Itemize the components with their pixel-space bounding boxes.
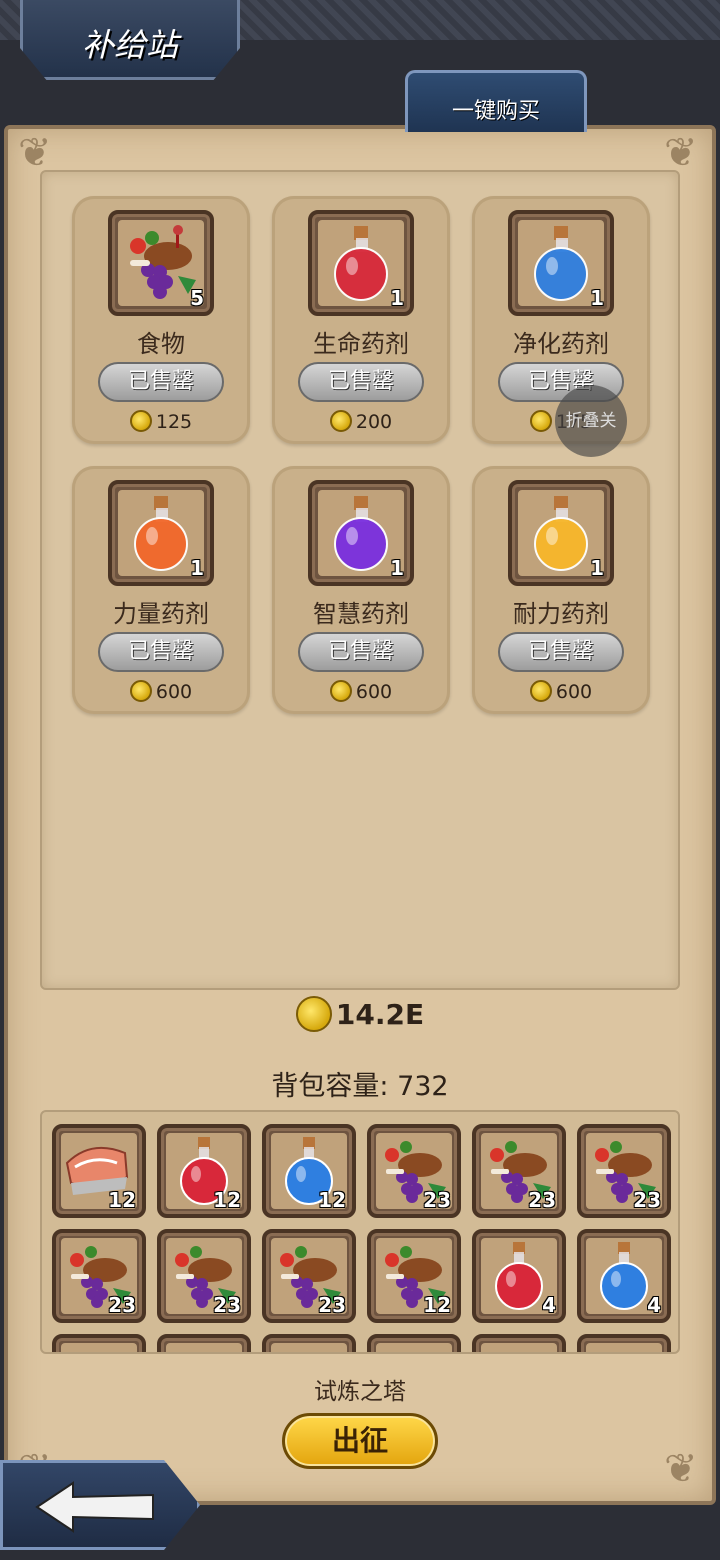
coin-icon: [329, 680, 352, 702]
shop-item-strength-potion[interactable]: 1 力量药剂 已售罄 600: [72, 466, 250, 714]
bag-slot[interactable]: 23: [577, 1124, 671, 1218]
bag-slot[interactable]: [52, 1334, 146, 1352]
location-label: 试炼之塔: [314, 1379, 406, 1405]
bag-slot[interactable]: [262, 1334, 356, 1352]
bag-slot[interactable]: 4: [577, 1229, 671, 1323]
shop-item-wisdom-potion[interactable]: 1 智慧药剂 已售罄 600: [272, 466, 450, 714]
page-title: 补给站: [82, 26, 179, 64]
item-price: 600: [272, 680, 450, 703]
item-price: 600: [72, 680, 250, 703]
item-slot: 1: [308, 480, 414, 586]
coin-icon: [129, 680, 152, 702]
item-name: 生命药剂: [313, 330, 409, 358]
back-arrow-icon: [35, 1481, 154, 1533]
item-quantity: 23: [318, 1293, 346, 1317]
item-quantity: 5: [190, 286, 204, 310]
bag-slot[interactable]: [367, 1334, 461, 1352]
floating-assist-button[interactable]: 折叠关: [555, 385, 627, 457]
item-quantity: 23: [528, 1188, 556, 1212]
item-quantity: 1: [390, 556, 404, 580]
back-button[interactable]: [0, 1460, 200, 1550]
item-quantity: 1: [190, 556, 204, 580]
item-quantity: 1: [590, 556, 604, 580]
bag-slot[interactable]: 12: [262, 1124, 356, 1218]
bag-slot[interactable]: 23: [52, 1229, 146, 1323]
item-slot: 1: [108, 480, 214, 586]
item-quantity: 4: [542, 1293, 556, 1317]
item-quantity: 12: [213, 1188, 241, 1212]
item-price: 125: [72, 410, 250, 433]
bag-capacity: 背包容量: 732: [271, 1071, 449, 1102]
sold-out-button[interactable]: 已售罄: [98, 632, 224, 672]
sold-out-button[interactable]: 已售罄: [498, 632, 624, 672]
shop-grid: 5 食物 已售罄 125 1 生命药剂 已售罄 200 1 净化药剂 已售罄 1…: [40, 170, 680, 990]
item-quantity: 4: [647, 1293, 661, 1317]
shop-item-food[interactable]: 5 食物 已售罄 125: [72, 196, 250, 444]
item-name: 食物: [137, 330, 185, 358]
item-price: 200: [272, 410, 450, 433]
gold-balance: 14.2E: [0, 996, 720, 1032]
depart-button[interactable]: 出征: [282, 1413, 438, 1469]
bag-slot[interactable]: [157, 1334, 251, 1352]
coin-icon: [529, 680, 552, 702]
item-name: 力量药剂: [113, 600, 209, 628]
item-quantity: 12: [318, 1188, 346, 1212]
sold-out-button[interactable]: 已售罄: [298, 362, 424, 402]
shop-item-life-potion[interactable]: 1 生命药剂 已售罄 200: [272, 196, 450, 444]
bag-slot[interactable]: 4: [472, 1229, 566, 1323]
coin-icon: [295, 996, 332, 1032]
sold-out-button[interactable]: 已售罄: [298, 632, 424, 672]
item-name: 净化药剂: [513, 330, 609, 358]
item-slot: 1: [308, 210, 414, 316]
item-slot: 5: [108, 210, 214, 316]
bag-slot[interactable]: 23: [367, 1124, 461, 1218]
sold-out-button[interactable]: 已售罄: [98, 362, 224, 402]
item-quantity: 23: [423, 1188, 451, 1212]
bag-slot[interactable]: 23: [262, 1229, 356, 1323]
item-quantity: 12: [423, 1293, 451, 1317]
item-slot: 1: [508, 480, 614, 586]
bag-slot[interactable]: 12: [52, 1124, 146, 1218]
coin-icon: [529, 410, 552, 432]
item-name: 智慧药剂: [313, 600, 409, 628]
item-price: 600: [472, 680, 650, 703]
bag-slot[interactable]: 23: [472, 1124, 566, 1218]
item-quantity: 12: [108, 1188, 136, 1212]
item-quantity: 23: [633, 1188, 661, 1212]
bag-slot[interactable]: 12: [367, 1229, 461, 1323]
bag-slot[interactable]: [472, 1334, 566, 1352]
bag-slot[interactable]: 12: [157, 1124, 251, 1218]
item-slot: 1: [508, 210, 614, 316]
coin-icon: [329, 410, 352, 432]
item-quantity: 23: [108, 1293, 136, 1317]
item-name: 耐力药剂: [513, 600, 609, 628]
bag-slot[interactable]: [577, 1334, 671, 1352]
buy-all-button[interactable]: 一键购买: [405, 70, 587, 132]
corner-ornament-icon: ❦: [664, 1446, 698, 1492]
item-quantity: 23: [213, 1293, 241, 1317]
item-quantity: 1: [590, 286, 604, 310]
coin-icon: [129, 410, 152, 432]
shop-item-endurance-potion[interactable]: 1 耐力药剂 已售罄 600: [472, 466, 650, 714]
bag-grid: 12 12 12 23 23 23 23 23 23 12 4 4: [40, 1110, 680, 1354]
item-quantity: 1: [390, 286, 404, 310]
bag-slot[interactable]: 23: [157, 1229, 251, 1323]
